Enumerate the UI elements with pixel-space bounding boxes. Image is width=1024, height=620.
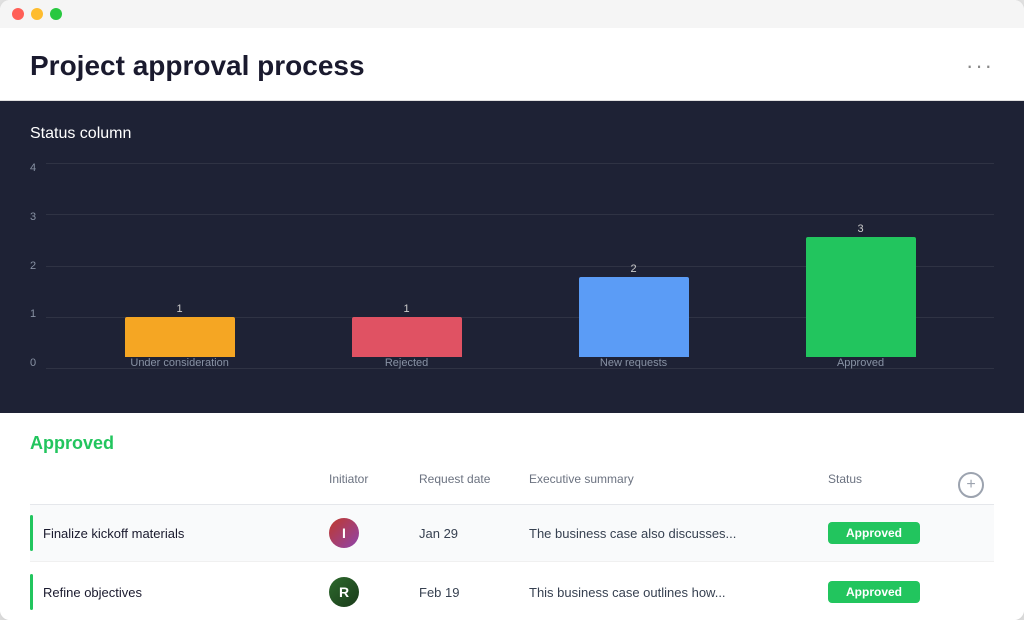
add-row-button[interactable]: + — [958, 472, 984, 498]
titlebar — [0, 0, 1024, 28]
row-1-status-badge: Approved — [828, 522, 920, 544]
bar-new-requests: 2 New requests — [579, 263, 689, 369]
table-section: Approved Initiator Request date Executiv… — [0, 413, 1024, 620]
table-row: Refine objectives R Feb 19 This business… — [30, 564, 994, 620]
row-2-status: Approved — [828, 581, 958, 603]
y-label-0: 0 — [30, 358, 36, 369]
row-2-status-badge: Approved — [828, 581, 920, 603]
y-label-2: 2 — [30, 261, 36, 272]
bar-under-consideration: 1 Under consideration — [125, 303, 235, 369]
bars-container: 1 Under consideration 1 Rejected 2 — [46, 163, 994, 369]
bar-label-new-requests: New requests — [579, 357, 689, 369]
row-1-status: Approved — [828, 522, 958, 544]
row-2-initiator: R — [329, 577, 419, 607]
bar-value-approved: 3 — [857, 223, 863, 235]
row-2-title: Refine objectives — [30, 574, 329, 610]
col-header-request-date: Request date — [419, 472, 529, 498]
chart-y-labels: 0 1 2 3 4 — [30, 163, 36, 393]
table-row: Finalize kickoff materials I Jan 29 The … — [30, 505, 994, 562]
row-2-avatar: R — [329, 577, 359, 607]
bar-label-rejected: Rejected — [352, 357, 462, 369]
page-title: Project approval process — [30, 50, 365, 82]
row-1-date: Jan 29 — [419, 526, 529, 541]
row-2-indicator — [30, 574, 33, 610]
more-options-button[interactable]: ··· — [966, 55, 994, 77]
bar-label-under-consideration: Under consideration — [125, 357, 235, 369]
row-2-summary: This business case outlines how... — [529, 585, 828, 600]
y-label-4: 4 — [30, 163, 36, 174]
bar-value-new-requests: 2 — [630, 263, 636, 275]
app-window: Project approval process ··· Status colu… — [0, 0, 1024, 620]
row-1-title: Finalize kickoff materials — [30, 515, 329, 551]
bar-approved: 3 Approved — [806, 223, 916, 369]
close-btn[interactable] — [12, 8, 24, 20]
chart-section: Status column 0 1 2 3 4 — [0, 101, 1024, 413]
chart-area: 0 1 2 3 4 1 — [30, 163, 994, 393]
table-heading: Approved — [30, 433, 994, 454]
row-1-avatar: I — [329, 518, 359, 548]
row-2-date: Feb 19 — [419, 585, 529, 600]
bar-value-under-consideration: 1 — [177, 303, 183, 315]
minimize-btn[interactable] — [31, 8, 43, 20]
row-1-initiator: I — [329, 518, 419, 548]
y-label-1: 1 — [30, 309, 36, 320]
maximize-btn[interactable] — [50, 8, 62, 20]
chart-title: Status column — [30, 125, 994, 143]
y-label-3: 3 — [30, 212, 36, 223]
table-header: Initiator Request date Executive summary… — [30, 466, 994, 505]
col-header-initiator: Initiator — [329, 472, 419, 498]
col-header-status: Status — [828, 472, 958, 498]
col-header-summary: Executive summary — [529, 472, 828, 498]
col-header-title — [30, 472, 329, 498]
row-1-indicator — [30, 515, 33, 551]
bar-rejected: 1 Rejected — [352, 303, 462, 369]
row-1-summary: The business case also discusses... — [529, 526, 828, 541]
bar-label-approved: Approved — [806, 357, 916, 369]
bar-value-rejected: 1 — [404, 303, 410, 315]
chart-grid-bars: 1 Under consideration 1 Rejected 2 — [46, 163, 994, 393]
col-header-add: + — [958, 472, 994, 498]
page-header: Project approval process ··· — [0, 28, 1024, 100]
